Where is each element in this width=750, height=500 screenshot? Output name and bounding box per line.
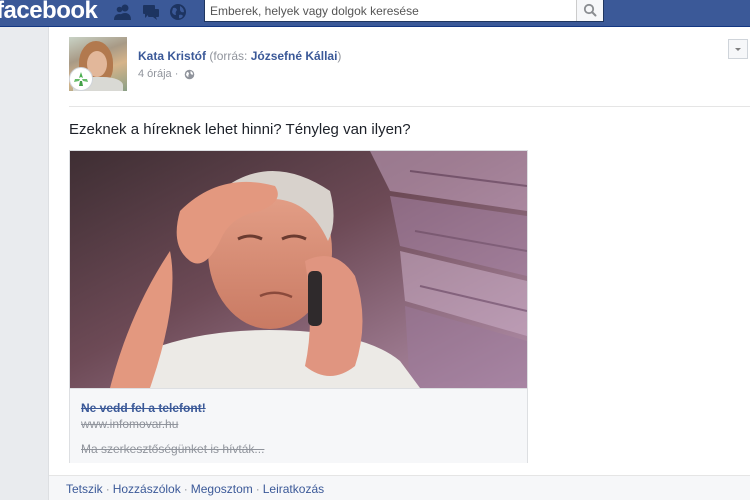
shared-link-card[interactable]: Ne vedd fel a telefont! www.infomovar.hu… [69, 150, 528, 463]
search-input[interactable] [205, 0, 577, 21]
post-text: Ezeknek a híreknek lehet hinni? Tényleg … [69, 121, 411, 138]
messages-icon[interactable] [141, 3, 161, 21]
page-badge-icon [69, 67, 93, 91]
unsubscribe-link[interactable]: Leiratkozás [263, 482, 324, 496]
share-link[interactable]: Megosztom [191, 482, 253, 496]
post-meta: 4 órája · [138, 68, 195, 80]
post-options-button[interactable] [728, 39, 748, 59]
source-prefix: (forrás: [209, 49, 251, 63]
globe-icon[interactable] [184, 69, 195, 80]
source-name-link[interactable]: Józsefné Kállai [251, 49, 338, 63]
post-action-bar: Tetszik · Hozzászólok · Megosztom · Leiratkozá… [49, 475, 750, 500]
post-author-line: Kata Kristóf (forrás: Józsefné Kállai) [138, 49, 341, 63]
top-bar: facebook [0, 0, 750, 27]
comment-link[interactable]: Hozzászólok [113, 482, 181, 496]
post-card: Kata Kristóf (forrás: Józsefné Kállai) 4… [48, 27, 750, 500]
post-actions: Tetszik · Hozzászólok · Megosztom · Leiratkozá… [66, 482, 324, 496]
action-separator: · [255, 482, 260, 496]
meta-separator: · [174, 68, 179, 80]
notifications-globe-icon[interactable] [168, 3, 188, 21]
search-box [204, 0, 604, 22]
post-timestamp[interactable]: 4 órája [138, 68, 172, 80]
man-on-phone-photo [70, 151, 527, 388]
author-name-link[interactable]: Kata Kristóf [138, 49, 206, 63]
action-separator: · [105, 482, 110, 496]
friend-requests-icon[interactable] [113, 3, 133, 21]
link-title[interactable]: Ne vedd fel a telefont! [81, 401, 206, 415]
header-divider [69, 106, 750, 107]
search-button[interactable] [576, 0, 603, 21]
source-suffix: ) [337, 49, 342, 63]
link-url[interactable]: www.infomovar.hu [81, 417, 178, 431]
chevron-down-icon [735, 48, 741, 51]
like-link[interactable]: Tetszik [66, 482, 103, 496]
action-separator: · [183, 482, 188, 496]
link-info[interactable]: Ne vedd fel a telefont! www.infomovar.hu… [70, 388, 527, 463]
link-preview-image[interactable] [70, 151, 527, 388]
link-description: Ma szerkesztőségünket is hívták... [81, 442, 265, 456]
facebook-logo[interactable]: facebook [0, 0, 98, 25]
search-icon [583, 3, 597, 17]
